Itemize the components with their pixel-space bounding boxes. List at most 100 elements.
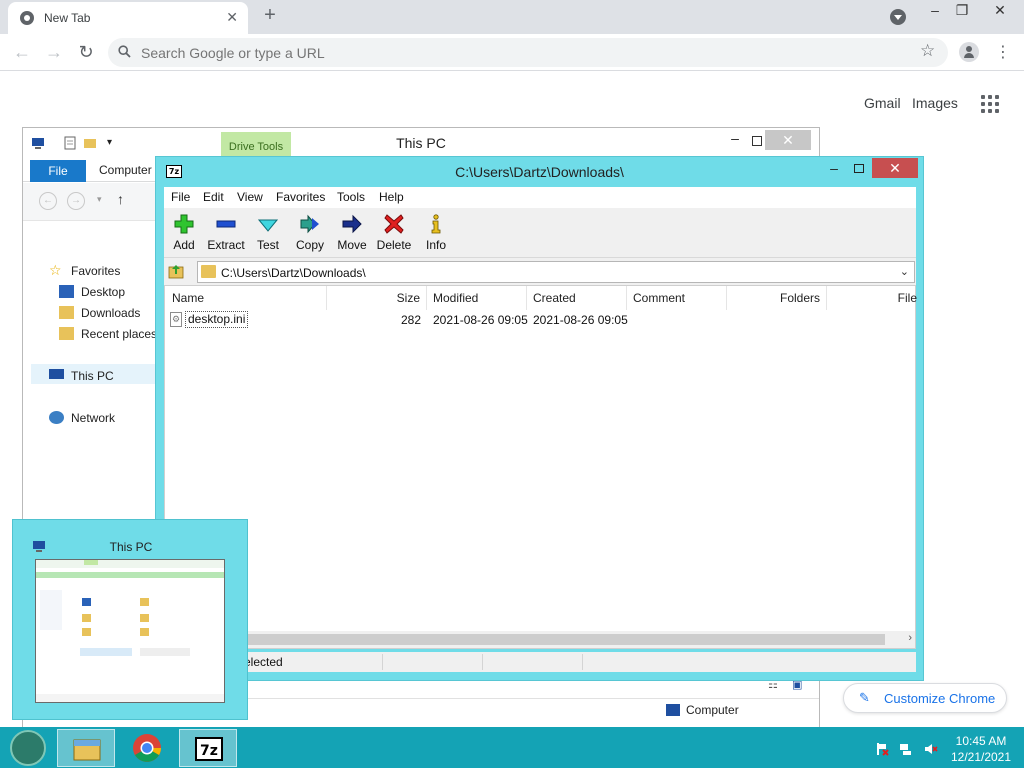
tab-computer[interactable]: Computer <box>99 163 152 177</box>
taskbar-thumbnail-preview[interactable]: This PC <box>12 519 248 720</box>
clock-time: 10:45 AM <box>955 734 1007 748</box>
taskbar-explorer-button[interactable] <box>57 729 115 767</box>
pencil-icon: ✎ <box>859 690 870 705</box>
file-modified: 2021-08-26 09:05 <box>433 313 528 327</box>
explorer-back-button[interactable]: ← <box>39 192 57 210</box>
start-button[interactable] <box>10 730 46 766</box>
chevron-down-icon[interactable]: ⌄ <box>900 265 909 278</box>
reload-button[interactable]: ↻ <box>76 42 96 62</box>
sevenzip-address-row: C:\Users\Dartz\Downloads\ ⌄ <box>164 258 916 285</box>
col-header-size[interactable]: Size <box>327 286 427 310</box>
explorer-forward-button[interactable]: → <box>67 192 85 210</box>
new-tab-button[interactable]: + <box>260 4 280 27</box>
up-folder-icon[interactable] <box>168 263 184 279</box>
menu-help[interactable]: Help <box>379 190 404 204</box>
status-selected-text: elected <box>244 655 283 669</box>
scrollbar-thumb[interactable] <box>165 634 885 645</box>
status-divider <box>582 654 583 670</box>
up-arrow-icon[interactable]: ↑ <box>117 191 124 207</box>
menu-favorites[interactable]: Favorites <box>276 190 325 204</box>
test-button[interactable]: Test <box>246 212 290 256</box>
file-explorer-icon <box>73 739 101 761</box>
col-header-name[interactable]: Name <box>165 286 327 310</box>
omnibox[interactable] <box>108 38 948 67</box>
sevenzip-minimize-button[interactable]: – <box>824 160 844 176</box>
horizontal-scrollbar[interactable]: › <box>165 631 915 648</box>
col-header-folders[interactable]: Folders <box>727 286 827 310</box>
svg-text:7z: 7z <box>200 743 218 759</box>
menu-file[interactable]: File <box>171 190 190 204</box>
col-header-modified[interactable]: Modified <box>427 286 527 310</box>
double-arrow-icon <box>300 214 319 234</box>
star-icon: ☆ <box>49 262 62 278</box>
menu-tools[interactable]: Tools <box>337 190 365 204</box>
profile-avatar-icon[interactable] <box>959 42 979 62</box>
col-header-comment[interactable]: Comment <box>627 286 727 310</box>
clock-date: 12/21/2021 <box>950 750 1012 764</box>
copy-button[interactable]: Copy <box>288 212 332 256</box>
tab-new-tab[interactable]: New Tab ✕ <box>8 2 248 34</box>
desktop-icon <box>59 285 74 298</box>
action-center-flag-icon[interactable] <box>875 742 889 756</box>
table-row[interactable]: desktop.ini 282 2021-08-26 09:05 2021-08… <box>165 310 917 330</box>
volume-muted-icon[interactable] <box>924 742 938 756</box>
minus-icon <box>216 220 236 228</box>
explorer-minimize-button[interactable]: – <box>723 130 747 146</box>
back-button[interactable]: ← <box>12 42 32 62</box>
omnibox-input[interactable] <box>141 43 901 63</box>
taskbar-clock[interactable]: 10:45 AM 12/21/2021 <box>946 733 1016 765</box>
tab-title: New Tab <box>44 11 91 25</box>
sevenzip-maximize-button[interactable] <box>854 164 864 173</box>
google-apps-icon[interactable] <box>981 95 999 113</box>
tab-file[interactable]: File <box>30 160 86 182</box>
col-header-created[interactable]: Created <box>527 286 627 310</box>
chrome-menu-icon[interactable]: ⋮ <box>995 42 1011 62</box>
search-icon <box>118 45 131 58</box>
thumbnail-title: This PC <box>109 540 153 554</box>
bookmark-star-icon[interactable]: ☆ <box>920 41 935 61</box>
sevenzip-menubar: File Edit View Favorites Tools Help <box>164 187 916 208</box>
status-computer-label: Computer <box>686 703 739 717</box>
chrome-tab-strip: New Tab ✕ + – ❐ ✕ <box>0 0 1024 34</box>
move-button[interactable]: Move <box>330 212 374 256</box>
network-icon <box>49 411 64 424</box>
forward-button[interactable]: → <box>44 42 64 62</box>
scroll-right-icon[interactable]: › <box>908 632 912 644</box>
gmail-link[interactable]: Gmail <box>864 95 901 111</box>
tab-close-icon[interactable]: ✕ <box>226 9 238 26</box>
folder-icon <box>201 265 216 278</box>
explorer-maximize-button[interactable] <box>752 136 762 146</box>
windows-taskbar: 7z <box>0 727 1024 768</box>
restore-button[interactable]: ❐ <box>947 2 977 19</box>
thumbnail-window-preview <box>35 559 225 703</box>
taskbar-chrome-button[interactable] <box>118 729 176 767</box>
col-header-files[interactable]: File <box>827 286 917 310</box>
x-icon <box>384 214 404 234</box>
delete-button[interactable]: Delete <box>372 212 416 256</box>
network-status-icon[interactable] <box>899 742 913 756</box>
chrome-icon <box>133 734 161 762</box>
images-link[interactable]: Images <box>912 95 958 111</box>
customize-chrome-button[interactable]: ✎ Customize Chrome <box>843 683 1007 713</box>
sevenzip-close-button[interactable]: ✕ <box>872 158 918 178</box>
extract-button[interactable]: Extract <box>204 212 248 256</box>
info-icon <box>431 214 441 234</box>
menu-edit[interactable]: Edit <box>203 190 224 204</box>
taskbar-7zip-button[interactable]: 7z <box>179 729 237 767</box>
sevenzip-toolbar: Add Extract Test Copy Move Delete Info <box>164 208 916 258</box>
add-button[interactable]: Add <box>162 212 206 256</box>
tab-search-icon[interactable] <box>890 9 906 25</box>
status-divider <box>482 654 483 670</box>
sevenzip-window: 7z C:\Users\Dartz\Downloads\ – ✕ File Ed… <box>155 156 924 681</box>
arrow-right-icon <box>342 214 362 234</box>
menu-view[interactable]: View <box>237 190 263 204</box>
minimize-button[interactable]: – <box>920 2 950 18</box>
file-created: 2021-08-26 09:05 <box>533 313 628 327</box>
recent-locations-icon[interactable]: ▾ <box>97 194 102 205</box>
settings-file-icon <box>170 312 182 327</box>
info-button[interactable]: Info <box>414 212 458 256</box>
explorer-close-button[interactable]: ✕ <box>765 130 811 150</box>
close-window-button[interactable]: ✕ <box>985 2 1015 19</box>
address-combobox[interactable]: C:\Users\Dartz\Downloads\ ⌄ <box>197 261 915 283</box>
status-divider <box>382 654 383 670</box>
